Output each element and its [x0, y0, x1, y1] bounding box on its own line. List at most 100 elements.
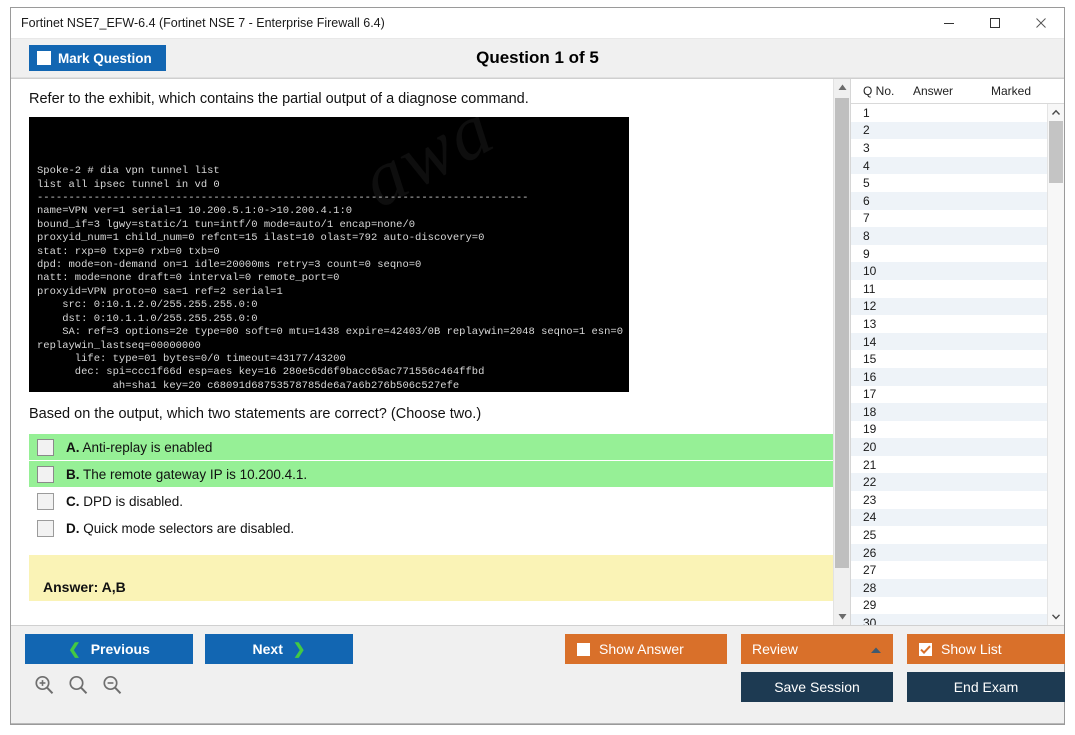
zoom-in-icon[interactable]: [33, 674, 55, 701]
question-prompt: Based on the output, which two statement…: [29, 406, 819, 422]
question-list-item[interactable]: 20: [851, 438, 1047, 456]
option-checkbox-icon[interactable]: [37, 493, 54, 510]
list-scroll-down-icon[interactable]: [1048, 608, 1064, 625]
scroll-up-icon[interactable]: [834, 79, 850, 96]
terminal-line: Spoke-2 # dia vpn tunnel list: [37, 165, 623, 178]
show-list-checkbox-icon[interactable]: [919, 643, 932, 656]
answer-option-a[interactable]: A. Anti-replay is enabled: [29, 434, 833, 460]
maximize-icon[interactable]: [972, 9, 1018, 38]
list-scrollbar-track[interactable]: [1048, 121, 1064, 608]
terminal-line: natt: mode=none draft=0 interval=0 remot…: [37, 272, 623, 285]
question-content-inner: Refer to the exhibit, which contains the…: [11, 79, 833, 601]
question-list-qno: 29: [851, 598, 913, 612]
answer-option-b[interactable]: B. The remote gateway IP is 10.200.4.1.: [29, 461, 833, 487]
show-answer-button[interactable]: Show Answer: [565, 634, 727, 664]
window-titlebar: Fortinet NSE7_EFW-6.4 (Fortinet NSE 7 - …: [11, 8, 1064, 39]
close-icon[interactable]: [1018, 9, 1064, 38]
question-list-qno: 1: [851, 106, 913, 120]
question-list-item[interactable]: 8: [851, 227, 1047, 245]
question-list-item[interactable]: 23: [851, 491, 1047, 509]
save-session-button[interactable]: Save Session: [741, 672, 893, 702]
list-scroll-up-icon[interactable]: [1048, 104, 1064, 121]
option-text: Quick mode selectors are disabled.: [80, 521, 295, 536]
minimize-icon[interactable]: [926, 9, 972, 38]
list-scrollbar-thumb[interactable]: [1049, 121, 1063, 183]
content-scrollbar-thumb[interactable]: [835, 98, 849, 568]
question-list-qno: 30: [851, 616, 913, 625]
end-exam-button[interactable]: End Exam: [907, 672, 1065, 702]
question-list-item[interactable]: 22: [851, 473, 1047, 491]
question-list-item[interactable]: 2: [851, 122, 1047, 140]
terminal-line: proxyid_num=1 child_num=0 refcnt=15 ilas…: [37, 232, 623, 245]
chevron-up-icon: [870, 641, 882, 657]
question-list-item[interactable]: 17: [851, 386, 1047, 404]
question-list-item[interactable]: 4: [851, 157, 1047, 175]
question-list-item[interactable]: 12: [851, 298, 1047, 316]
previous-button[interactable]: ❮ Previous: [25, 634, 193, 664]
question-list-item[interactable]: 9: [851, 245, 1047, 263]
question-list-item[interactable]: 1: [851, 104, 1047, 122]
answer-option-d[interactable]: D. Quick mode selectors are disabled.: [29, 515, 833, 541]
question-list-qno: 17: [851, 387, 913, 401]
question-list-item[interactable]: 25: [851, 526, 1047, 544]
question-list-item[interactable]: 30: [851, 614, 1047, 625]
question-list-item[interactable]: 10: [851, 262, 1047, 280]
review-dropdown-label: Review: [752, 641, 798, 657]
question-list-item[interactable]: 5: [851, 174, 1047, 192]
question-list-item[interactable]: 3: [851, 139, 1047, 157]
zoom-controls: [33, 674, 123, 701]
question-list-qno: 9: [851, 247, 913, 261]
question-counter: Question 1 of 5: [11, 48, 1064, 68]
terminal-line: life: type=01 bytes=0/0 timeout=43177/43…: [37, 353, 623, 366]
question-list-item[interactable]: 15: [851, 350, 1047, 368]
terminal-line: replaywin_lastseq=00000000: [37, 340, 623, 353]
option-checkbox-icon[interactable]: [37, 466, 54, 483]
question-list-item[interactable]: 13: [851, 315, 1047, 333]
show-list-label: Show List: [941, 641, 1002, 657]
question-list-item[interactable]: 26: [851, 544, 1047, 562]
question-list-item[interactable]: 6: [851, 192, 1047, 210]
question-list-item[interactable]: 28: [851, 579, 1047, 597]
question-list-item[interactable]: 24: [851, 509, 1047, 527]
terminal-line: stat: rxp=0 txp=0 rxb=0 txb=0: [37, 246, 623, 259]
question-list-qno: 19: [851, 422, 913, 436]
zoom-out-icon[interactable]: [101, 674, 123, 701]
answer-option-c[interactable]: C. DPD is disabled.: [29, 488, 833, 514]
terminal-line: name=VPN ver=1 serial=1 10.200.5.1:0->10…: [37, 205, 623, 218]
content-scrollbar-track[interactable]: [834, 96, 850, 608]
mark-question-button[interactable]: Mark Question: [29, 45, 166, 71]
content-scrollbar[interactable]: [833, 79, 850, 625]
question-list-item[interactable]: 14: [851, 333, 1047, 351]
question-list-item[interactable]: 18: [851, 403, 1047, 421]
question-list-item[interactable]: 29: [851, 597, 1047, 615]
question-list-qno: 2: [851, 123, 913, 137]
app-window: Fortinet NSE7_EFW-6.4 (Fortinet NSE 7 - …: [10, 7, 1065, 725]
review-dropdown[interactable]: Review: [741, 634, 893, 664]
question-list-qno: 27: [851, 563, 913, 577]
show-answer-checkbox-icon[interactable]: [577, 643, 590, 656]
question-list-item[interactable]: 11: [851, 280, 1047, 298]
mark-question-checkbox-icon[interactable]: [37, 51, 51, 65]
scroll-down-icon[interactable]: [834, 608, 850, 625]
question-list-scrollbar[interactable]: [1047, 104, 1064, 625]
footer-divider: [11, 723, 1064, 724]
show-list-button[interactable]: Show List: [907, 634, 1065, 664]
question-list-qno: 21: [851, 458, 913, 472]
footer-toolbar: ❮ Previous Next ❯ Show Answer Review: [11, 625, 1064, 724]
option-label: C. DPD is disabled.: [66, 494, 183, 509]
next-button[interactable]: Next ❯: [205, 634, 353, 664]
question-list-item[interactable]: 27: [851, 561, 1047, 579]
option-letter: D.: [66, 521, 80, 536]
question-list-qno: 12: [851, 299, 913, 313]
question-list-item[interactable]: 19: [851, 421, 1047, 439]
question-list-item[interactable]: 21: [851, 456, 1047, 474]
question-list-item[interactable]: 16: [851, 368, 1047, 386]
terminal-line: dec: spi=ccc1f66d esp=aes key=16 280e5cd…: [37, 366, 623, 379]
question-list-qno: 6: [851, 194, 913, 208]
zoom-reset-icon[interactable]: [67, 674, 89, 701]
option-checkbox-icon[interactable]: [37, 520, 54, 537]
option-checkbox-icon[interactable]: [37, 439, 54, 456]
question-list-item[interactable]: 7: [851, 210, 1047, 228]
question-list-qno: 23: [851, 493, 913, 507]
question-list-header: Q No. Answer Marked: [851, 79, 1064, 104]
